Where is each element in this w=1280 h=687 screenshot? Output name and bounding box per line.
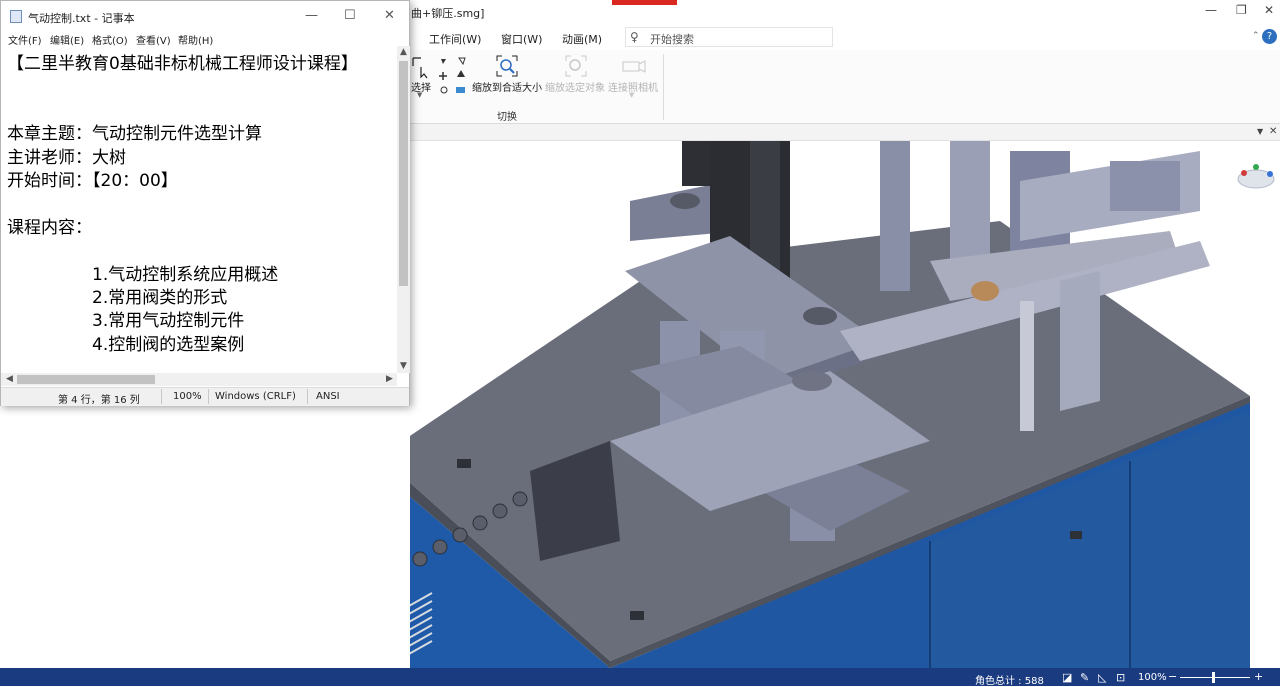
document-tab-strip (410, 124, 1280, 141)
text-line-start-time: 开始时间：【20：00】 (7, 171, 178, 191)
cad-3d-viewport[interactable] (410, 141, 1280, 668)
horizontal-scroll-thumb[interactable] (17, 375, 155, 384)
chevron-down-icon: ▼ (629, 91, 635, 99)
machine-model[interactable] (410, 141, 1280, 668)
select-tool-icon[interactable] (411, 55, 433, 79)
menu-edit[interactable]: 编辑(E) (50, 32, 84, 47)
notepad-text-area[interactable]: 【二里半教育0基础非标机械工程师设计课程】 本章主题：气动控制元件选型计算 主讲… (1, 46, 397, 373)
close-icon[interactable]: ✕ (384, 8, 395, 23)
scroll-right-icon[interactable]: ▶ (386, 374, 393, 384)
text-line-item-1: 1.气动控制系统应用概述 (92, 265, 279, 285)
maximize-icon[interactable]: ☐ (344, 8, 356, 23)
text-line-content-title: 课程内容： (7, 218, 92, 238)
chevron-down-icon[interactable]: ▼ (1257, 127, 1263, 136)
notepad-title: 气动控制.txt - 记事本 (28, 12, 135, 25)
menu-format[interactable]: 格式(O) (92, 32, 128, 47)
text-line-item-2: 2.常用阀类的形式 (92, 288, 228, 308)
menu-workspace[interactable]: 工作间(W) (429, 31, 481, 47)
search-placeholder: 开始搜索 (650, 33, 694, 46)
notepad-zoom: 100% (173, 391, 202, 402)
restore-icon[interactable]: ❐ (1236, 3, 1247, 17)
status-divider (208, 389, 209, 404)
fit-window-icon[interactable]: ⊡ (1116, 671, 1125, 684)
close-icon[interactable]: ✕ (1269, 126, 1277, 137)
scroll-left-icon[interactable]: ◀ (6, 374, 13, 384)
close-icon[interactable]: ✕ (1264, 3, 1274, 17)
ribbon-collapse-icon[interactable]: ⌃ (1252, 31, 1260, 41)
vertical-scroll-thumb[interactable] (399, 61, 408, 286)
menu-window[interactable]: 窗口(W) (501, 31, 542, 47)
zoom-selected-label: 缩放选定对象 (545, 83, 605, 94)
camera-icon (622, 60, 646, 73)
status-divider (307, 389, 308, 404)
ribbon-separator (663, 54, 664, 120)
zoom-out-icon[interactable]: − (1168, 670, 1177, 683)
navigation-tools-icon[interactable] (437, 55, 471, 99)
cad-zoom-level: 100% (1138, 672, 1167, 683)
text-line-header: 【二里半教育0基础非标机械工程师设计课程】 (7, 54, 358, 74)
zoom-fit-icon[interactable] (496, 55, 518, 77)
scroll-up-icon[interactable]: ▲ (400, 47, 407, 57)
status-divider (161, 389, 162, 404)
zoom-fit-label[interactable]: 缩放到合适大小 (472, 79, 542, 94)
role-count: 角色总计 : 588 (975, 676, 1044, 687)
menu-animation[interactable]: 动画(M) (562, 31, 602, 47)
triangle-icon[interactable]: ◺ (1098, 671, 1106, 684)
text-line-teacher: 主讲老师：大树 (7, 148, 126, 168)
cad-titlebar (410, 0, 1280, 26)
view-mode-icon[interactable]: ◪ (1062, 671, 1072, 684)
cad-accent-bar (612, 0, 677, 5)
ribbon-group-label: 切换 (497, 112, 517, 123)
cad-window-title: 曲+铆压.smg] (411, 7, 485, 20)
line-ending: Windows (CRLF) (215, 391, 296, 402)
menu-help[interactable]: 帮助(H) (178, 32, 213, 47)
zoom-selected-icon (565, 55, 587, 77)
minimize-icon[interactable]: — (305, 8, 318, 23)
menu-file[interactable]: 文件(F) (8, 32, 42, 47)
text-line-topic: 本章主题：气动控制元件选型计算 (7, 124, 262, 144)
zoom-slider-thumb[interactable] (1212, 672, 1215, 683)
minimize-icon[interactable]: — (1205, 3, 1217, 17)
menu-view[interactable]: 查看(V) (136, 32, 171, 47)
scroll-down-icon[interactable]: ▼ (400, 361, 407, 371)
zoom-in-icon[interactable]: + (1254, 670, 1263, 683)
notepad-icon (10, 10, 22, 23)
cursor-position: 第 4 行，第 16 列 (58, 395, 140, 406)
text-line-item-3: 3.常用气动控制元件 (92, 311, 245, 331)
help-icon[interactable]: ? (1262, 29, 1277, 44)
lightbulb-icon: ♀ (630, 30, 639, 44)
chevron-down-icon[interactable]: ▼ (417, 91, 422, 99)
encoding: ANSI (316, 391, 340, 402)
text-line-item-4: 4.控制阀的选型案例 (92, 335, 245, 355)
zoom-slider[interactable] (1180, 677, 1250, 678)
notepad-window: 气动控制.txt - 记事本 — ☐ ✕ 文件(F) 编辑(E) 格式(O) 查… (0, 0, 410, 406)
brush-icon[interactable]: ✎ (1080, 671, 1089, 684)
